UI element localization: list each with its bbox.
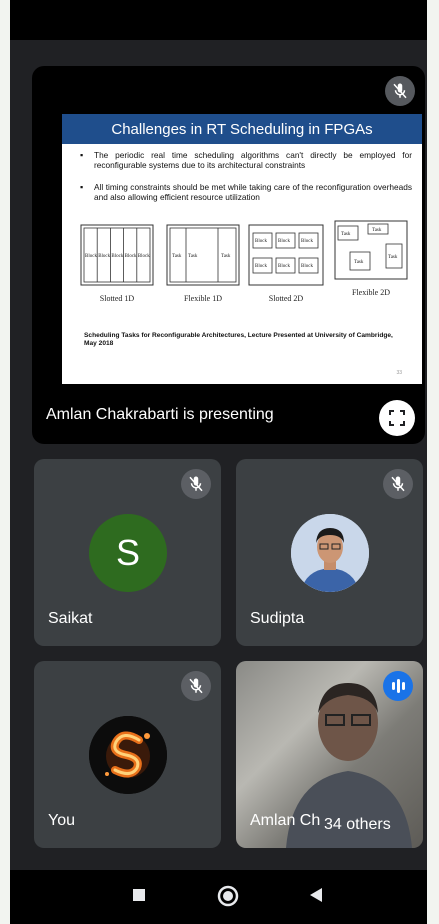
avatar [291,514,369,592]
home-button[interactable] [217,885,239,907]
slide-number: 33 [396,370,402,376]
diagram-cell: Block [301,239,313,244]
presenting-label: Amlan Chakrabarti is presenting [46,406,274,423]
participant-name: You [48,812,75,829]
slide-bullet: The periodic real time scheduling algori… [80,150,412,170]
diagram-label: Flexible 2D [352,288,390,297]
participant-name: Sudipta [250,610,305,627]
participant-tile-others[interactable]: Amlan Ch 34 others [236,661,423,848]
slide-bullets: The periodic real time scheduling algori… [80,150,412,214]
diagram-cell: Task [354,260,364,265]
fullscreen-icon [389,410,405,426]
participant-tile-sudipta[interactable]: Sudipta [236,459,423,646]
diagram-cell: Task [221,254,231,259]
audio-wave-icon [383,671,413,701]
back-button[interactable] [308,887,324,903]
participant-name: Amlan Ch [250,812,321,829]
fullscreen-button[interactable] [379,400,415,436]
status-bar [10,0,427,40]
diagram-label: Flexible 1D [184,294,222,303]
right-edge [427,0,439,924]
diagram-slotted-2d: Block Block Block Block Block Block Slot… [248,224,324,303]
diagram-cell: Task [341,232,351,237]
navigation-bar [10,870,427,924]
mic-off-icon [181,671,211,701]
diagram-cell: Block [85,254,97,259]
diagram-cell: Task [188,254,198,259]
mic-off-icon [181,469,211,499]
participant-tile-saikat[interactable]: S Saikat [34,459,221,646]
circle-home-icon [217,885,239,907]
diagram-cell: Block [125,254,137,259]
diagram-cell: Block [138,254,150,259]
diagram-cell: Block [98,254,110,259]
triangle-back-icon [310,888,322,902]
diagram-label: Slotted 2D [268,294,304,303]
diagram-cell: Task [172,254,182,259]
diagram-cell: Task [388,255,398,260]
presentation-tile[interactable]: Challenges in RT Scheduling in FPGAs The… [32,66,425,444]
diagram-flexible-1d: Task Task Task Flexible 1D [166,224,240,303]
mic-off-icon [383,469,413,499]
diagram-cell: Block [255,264,267,269]
slide-bullet: All timing constraints should be met whi… [80,182,412,202]
square-recents-icon [133,889,145,901]
diagram-cell: Block [301,264,313,269]
participant-name: Saikat [48,610,93,627]
participant-tile-you[interactable]: You [34,661,221,848]
diagram-slotted-1d: Block Block Block Block Block Slotted 1D [80,224,154,303]
diagram-cell: Block [278,239,290,244]
recents-button[interactable] [131,887,147,903]
diagram-cell: Block [255,239,267,244]
meeting-screen: Challenges in RT Scheduling in FPGAs The… [10,0,427,924]
avatar [89,716,167,794]
others-count[interactable]: 34 others [324,816,391,834]
slide-citation: Scheduling Tasks for Reconfigurable Arch… [84,332,393,347]
diagram-flexible-2d: Task Task Task Task Flexible 2D [334,220,408,297]
diagram-cell: Block [111,254,123,259]
avatar: S [89,514,167,592]
left-edge [0,0,10,924]
shared-slide: Challenges in RT Scheduling in FPGAs The… [62,114,422,384]
diagram-cell: Task [372,228,382,233]
diagram-cell: Block [278,264,290,269]
slide-title: Challenges in RT Scheduling in FPGAs [62,114,422,144]
mic-off-icon [385,76,415,106]
diagram-label: Slotted 1D [99,294,135,303]
